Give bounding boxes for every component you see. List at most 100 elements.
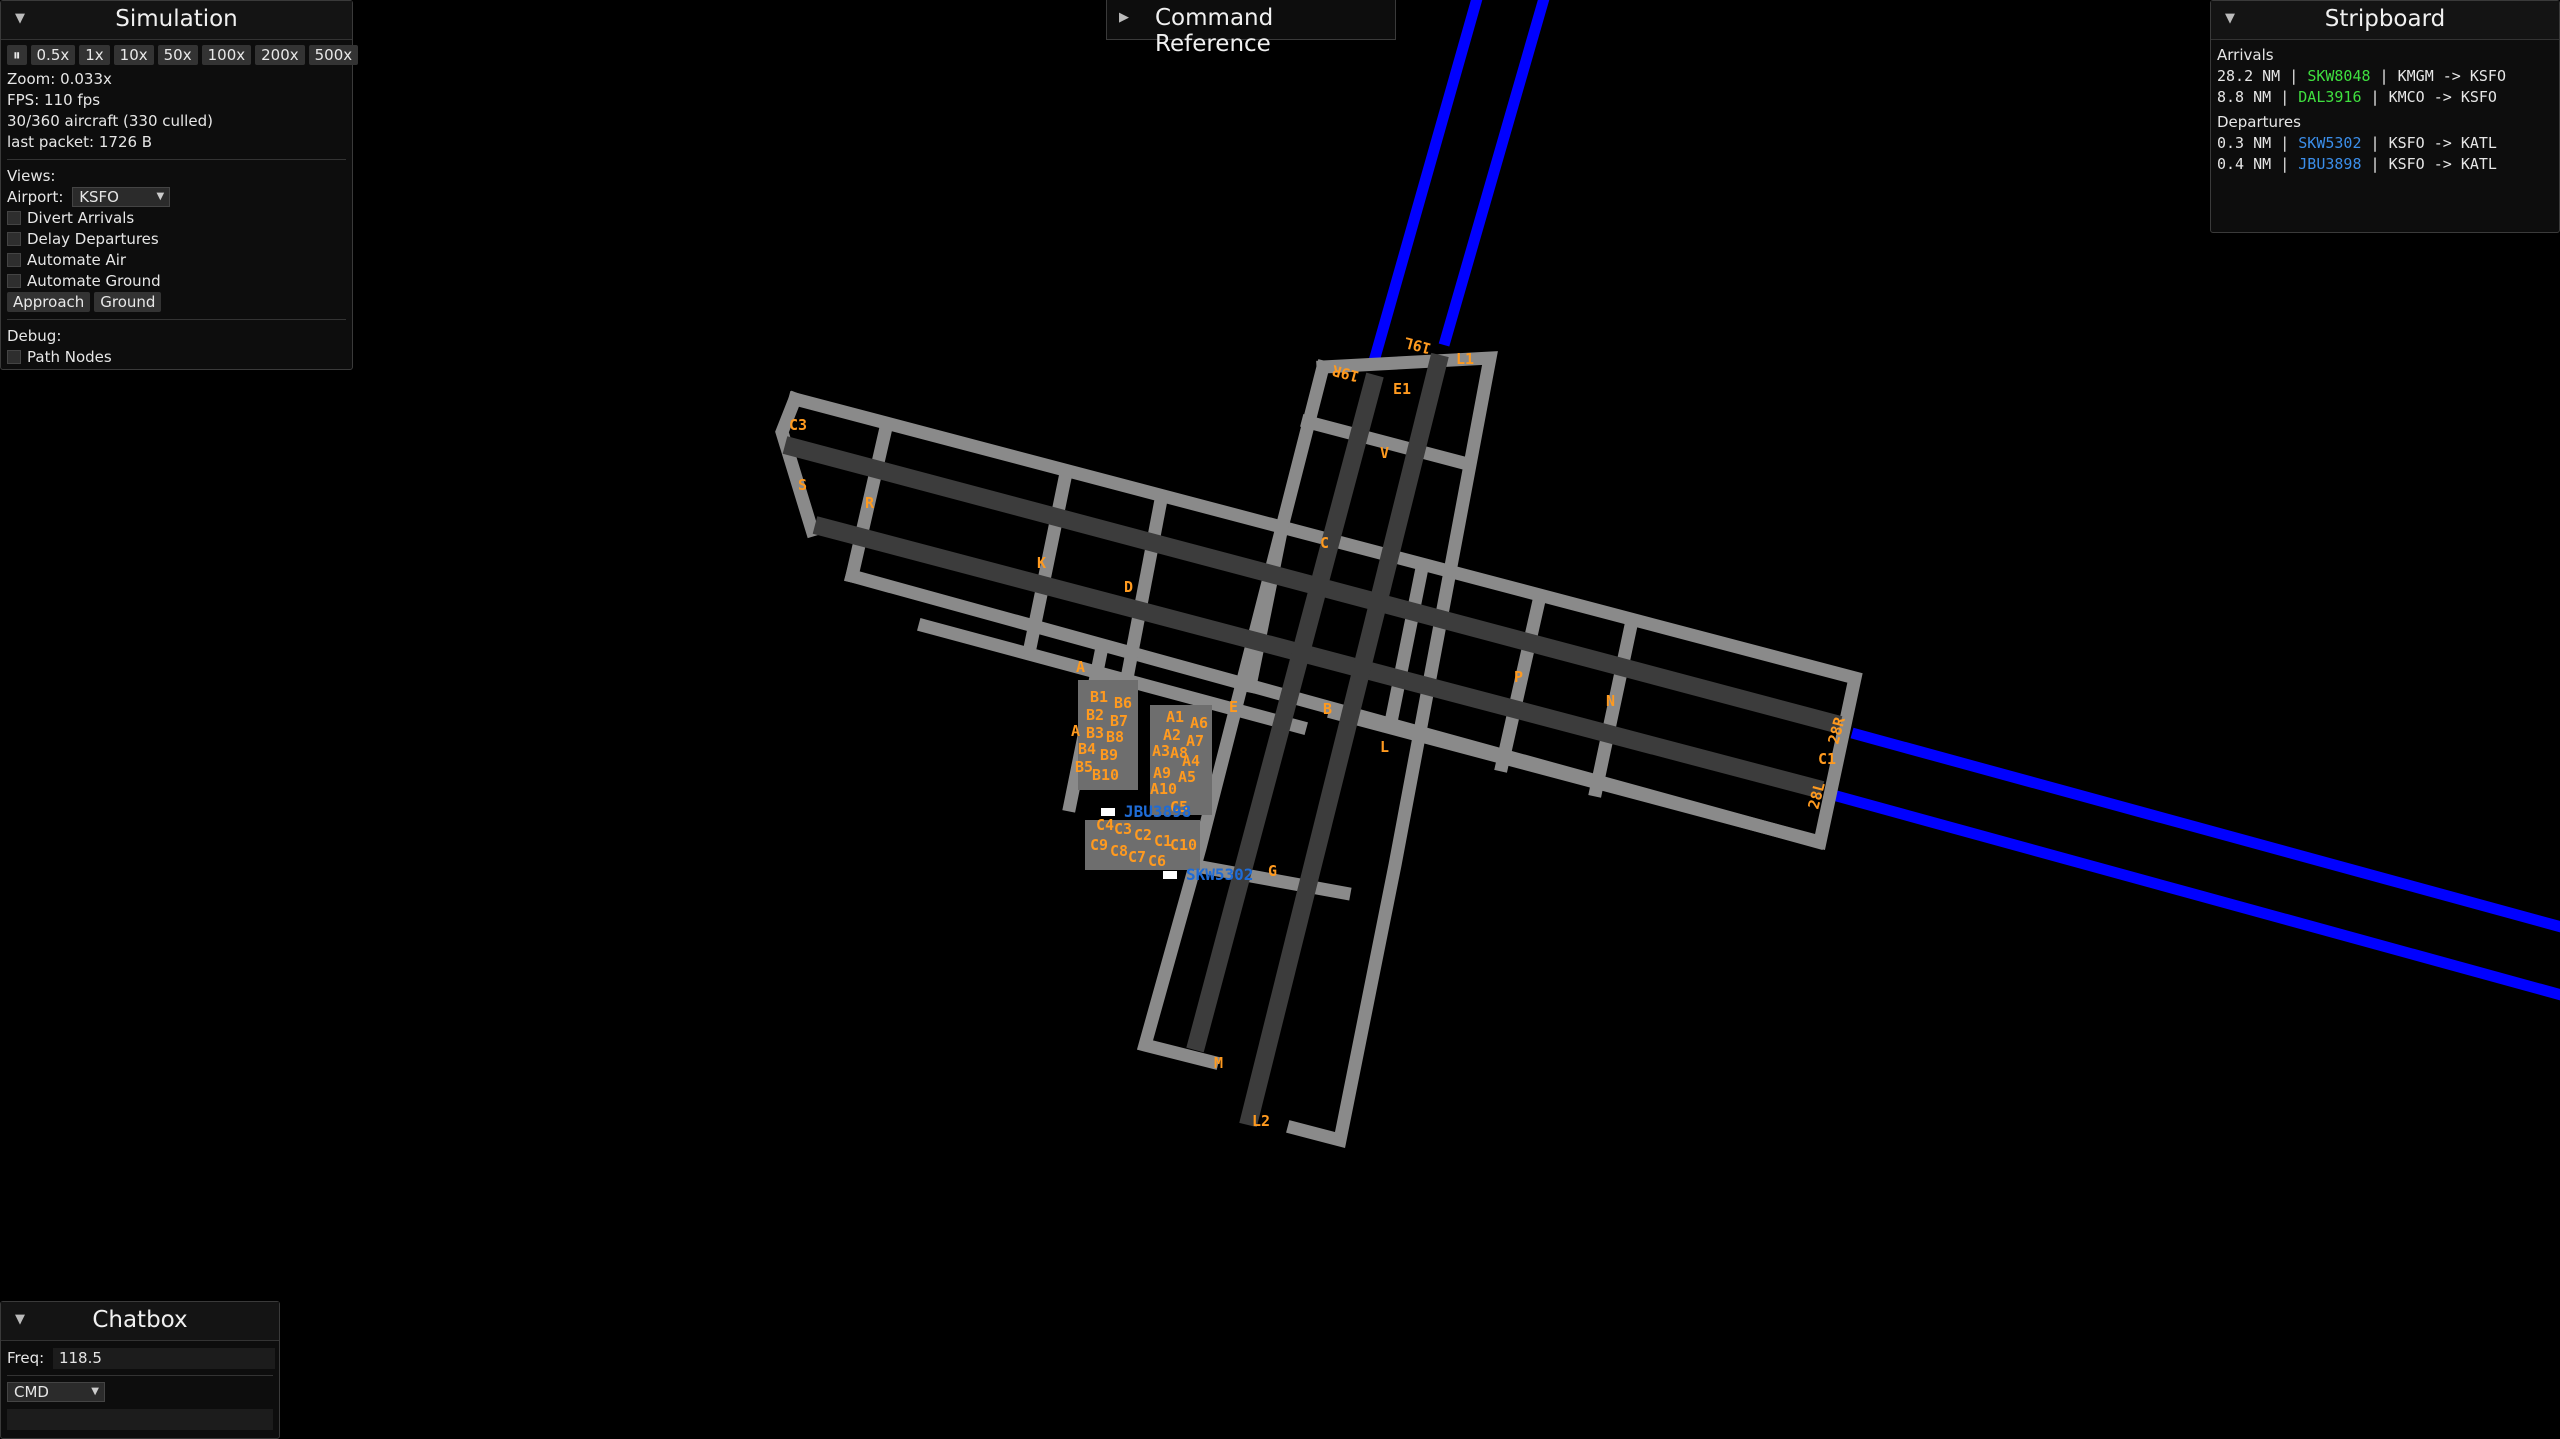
taxiway-label: V: [1380, 444, 1389, 462]
automate-air-option[interactable]: Automate Air: [7, 250, 346, 271]
automate-ground-label: Automate Ground: [27, 272, 161, 290]
strip-distance: 8.8 NM |: [2217, 88, 2299, 106]
airport-map[interactable]: 19R19L28R28LC3SRKDACVE1L1E BLGML2PNC1B1 B6…: [0, 0, 2560, 1439]
speed-1x-button[interactable]: 1x: [79, 45, 110, 65]
taxiway-label: D: [1124, 578, 1133, 596]
taxiway-label: L: [1380, 738, 1389, 756]
stripboard-header[interactable]: ▼ Stripboard: [2211, 1, 2559, 40]
departure-strip[interactable]: 0.4 NM | JBU3898 | KSFO -> KATL: [2217, 154, 2553, 175]
approach-view-button[interactable]: Approach: [7, 292, 91, 312]
speed-10x-button[interactable]: 10x: [113, 45, 154, 65]
aircraft-callsign[interactable]: JBU3898: [1124, 802, 1191, 821]
gate-label: B2: [1086, 706, 1104, 724]
gate-label: B8: [1106, 728, 1124, 746]
automate-air-checkbox[interactable]: [7, 253, 21, 267]
divert-arrivals-label: Divert Arrivals: [27, 209, 135, 227]
gate-label: A1: [1166, 708, 1184, 726]
gate-label: C4: [1096, 816, 1114, 834]
taxiway-label: P: [1514, 668, 1523, 686]
taxiway-label: L1: [1456, 350, 1474, 368]
aircraft-icon[interactable]: [1101, 808, 1115, 816]
command-reference-header[interactable]: ▶ Command Reference: [1106, 0, 1396, 57]
divert-arrivals-checkbox[interactable]: [7, 211, 21, 225]
simulation-title: Simulation: [115, 6, 238, 32]
strip-route: | KMGM -> KSFO: [2370, 67, 2506, 85]
stripboard-title: Stripboard: [2324, 6, 2446, 32]
stripboard-panel: ▼ Stripboard Arrivals 28.2 NM | SKW8048 …: [2210, 0, 2560, 233]
taxiway-label: S: [798, 476, 807, 494]
path-nodes-label: Path Nodes: [27, 348, 112, 366]
automate-air-label: Automate Air: [27, 251, 127, 269]
speed-200x-button[interactable]: 200x: [255, 45, 305, 65]
path-nodes-checkbox[interactable]: [7, 350, 21, 364]
chevron-down-icon: ▼: [156, 191, 165, 202]
path-nodes-option[interactable]: Path Nodes: [7, 347, 346, 368]
chat-input[interactable]: [7, 1409, 273, 1430]
delay-departures-option[interactable]: Delay Departures: [7, 229, 346, 250]
divider: [7, 319, 346, 320]
chevron-down-icon: ▼: [91, 1386, 99, 1397]
gate-label: C7: [1128, 848, 1146, 866]
freq-label: Freq:: [7, 1349, 45, 1367]
taxiway-label: N: [1606, 692, 1615, 710]
speed-controls: ⏸ 0.5x 1x 10x 50x 100x 200x 500x: [7, 45, 359, 66]
runways: [782, 352, 1843, 1128]
strip-callsign[interactable]: SKW5302: [2298, 134, 2361, 152]
taxiway-label: E: [1229, 698, 1238, 716]
speed-100x-button[interactable]: 100x: [201, 45, 252, 65]
speed-500x-button[interactable]: 500x: [308, 45, 359, 65]
chatbox-panel: ▼ Chatbox Freq: 118.5 CMD ▼: [0, 1301, 280, 1439]
chatbox-header[interactable]: ▼ Chatbox: [1, 1302, 279, 1341]
departures-list: 0.3 NM | SKW5302 | KSFO -> KATL 0.4 NM | …: [2217, 133, 2553, 175]
mode-select[interactable]: CMD ▼: [7, 1382, 105, 1402]
taxiway-label: G: [1268, 862, 1277, 880]
airport-select[interactable]: KSFO ▼: [72, 187, 171, 207]
gate-label: B4: [1078, 740, 1096, 758]
taxiway-label: B: [1323, 700, 1332, 718]
aircraft-jbu3898[interactable]: JBU3898: [1101, 802, 1191, 821]
strip-callsign[interactable]: SKW8048: [2307, 67, 2370, 85]
gate-label: C2: [1134, 826, 1152, 844]
delay-departures-label: Delay Departures: [27, 230, 159, 248]
gate-label: A7: [1186, 732, 1204, 750]
strip-distance: 0.4 NM |: [2217, 155, 2299, 173]
expand-triangle-icon[interactable]: ▶: [1119, 10, 1129, 25]
command-reference-title: Command Reference: [1155, 5, 1274, 57]
ground-view-button[interactable]: Ground: [94, 292, 162, 312]
taxiway-label: E1: [1393, 380, 1411, 398]
pause-button[interactable]: ⏸: [7, 45, 27, 65]
arrival-strip[interactable]: 28.2 NM | SKW8048 | KMGM -> KSFO: [2217, 66, 2553, 87]
airport-row: Airport: KSFO ▼: [7, 187, 346, 208]
airport-select-value: KSFO: [79, 188, 119, 206]
gate-label: C9: [1090, 836, 1108, 854]
speed-50x-button[interactable]: 50x: [157, 45, 198, 65]
simulation-header[interactable]: ▼ Simulation: [1, 1, 352, 40]
automate-ground-checkbox[interactable]: [7, 274, 21, 288]
taxiway-label: K: [1037, 554, 1046, 572]
gate-label: B10: [1092, 766, 1119, 784]
strip-callsign[interactable]: JBU3898: [2298, 155, 2361, 173]
gate-label: C10: [1170, 836, 1197, 854]
taxiway-label: C: [1320, 534, 1329, 552]
gate-label: A5: [1178, 768, 1196, 786]
divert-arrivals-option[interactable]: Divert Arrivals: [7, 208, 346, 229]
gate-label: A10: [1150, 780, 1177, 798]
freq-input[interactable]: 118.5: [52, 1348, 275, 1369]
speed-0.5x-button[interactable]: 0.5x: [30, 45, 76, 65]
gate-label: C6: [1148, 852, 1166, 870]
taxiway-label: C1: [1818, 750, 1836, 768]
chatbox-title: Chatbox: [92, 1307, 188, 1333]
aircraft-icon[interactable]: [1163, 871, 1177, 879]
strip-route: | KSFO -> KATL: [2361, 155, 2497, 173]
delay-departures-checkbox[interactable]: [7, 232, 21, 246]
strip-callsign[interactable]: DAL3916: [2298, 88, 2361, 106]
automate-ground-option[interactable]: Automate Ground: [7, 271, 346, 292]
taxiway-label: L2: [1252, 1112, 1270, 1130]
taxiway-label: R: [865, 494, 875, 512]
arrival-strip[interactable]: 8.8 NM | DAL3916 | KMCO -> KSFO: [2217, 87, 2553, 108]
departure-strip[interactable]: 0.3 NM | SKW5302 | KSFO -> KATL: [2217, 133, 2553, 154]
gate-label: B5: [1075, 758, 1093, 776]
aircraft-callsign[interactable]: SKW5302: [1186, 865, 1253, 884]
simulation-panel: ▼ Simulation ⏸ 0.5x 1x 10x 50x 100x 200x 500x Z…: [0, 0, 359, 370]
gate-label: C3: [1114, 820, 1132, 838]
